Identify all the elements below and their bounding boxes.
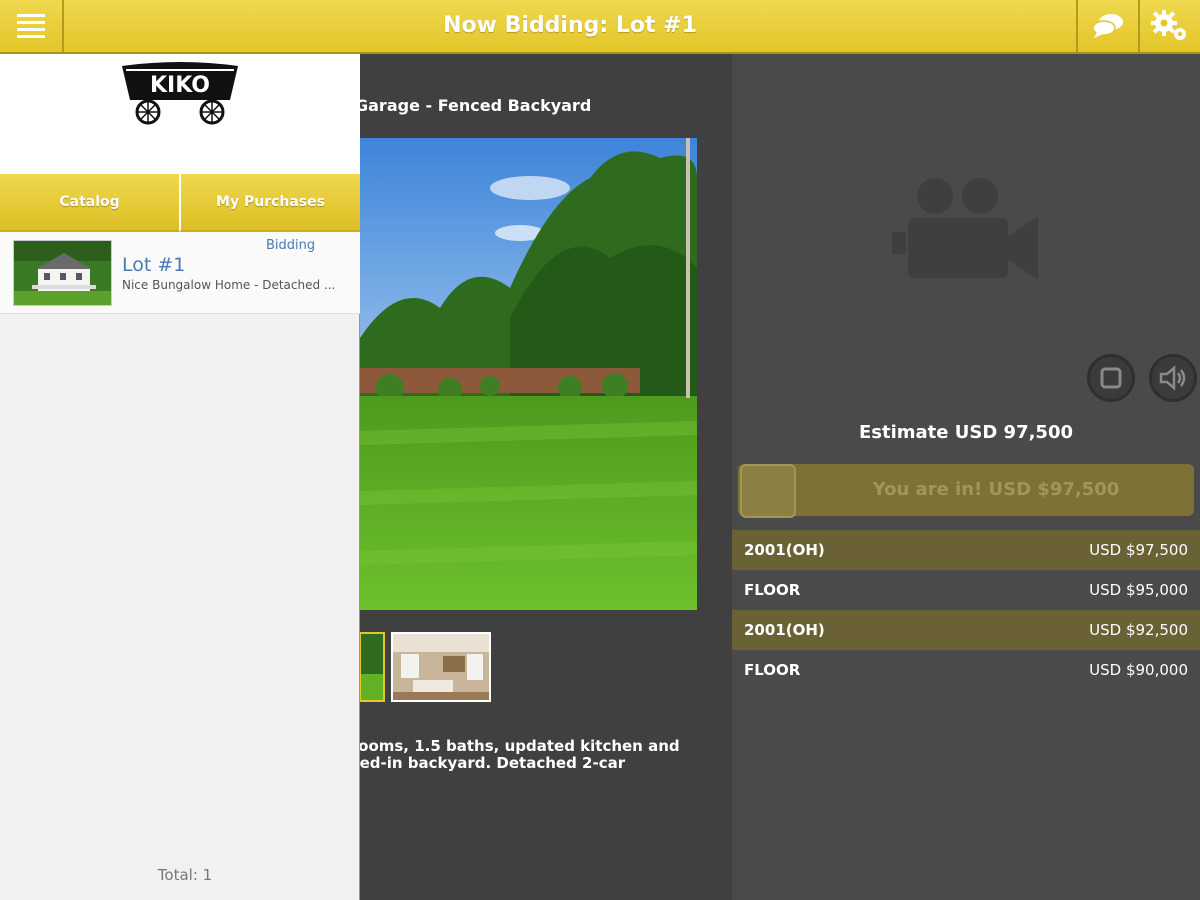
top-bar: Now Bidding: Lot #1 bbox=[0, 0, 1200, 54]
bidding-panel: Estimate USD 97,500 You are in! USD $97,… bbox=[732, 54, 1200, 900]
hamburger-menu-icon bbox=[17, 14, 45, 38]
thumbnail-image bbox=[393, 634, 489, 700]
bidder-label: FLOOR bbox=[744, 581, 801, 599]
lot-description-line: nced-in backyard. Detached 2-car bbox=[340, 754, 626, 772]
lot-description: drooms, 1.5 baths, updated kitchen and n… bbox=[340, 738, 720, 772]
lot-title: Garage - Fenced Backyard bbox=[355, 96, 592, 115]
lot-thumbnail bbox=[13, 240, 112, 306]
speaker-icon bbox=[1159, 365, 1186, 391]
bidder-label: 2001(OH) bbox=[744, 621, 825, 639]
app-window: Now Bidding: Lot #1 Garage - Fenced Back… bbox=[0, 0, 1200, 900]
video-camera-icon bbox=[892, 178, 1038, 280]
list-item[interactable]: Bidding Lot #1 Nice Bungalow Home - Deta… bbox=[0, 232, 360, 314]
sound-button[interactable] bbox=[1149, 354, 1197, 402]
bid-slider-handle[interactable] bbox=[740, 464, 796, 518]
kiko-logo: KIKO bbox=[122, 62, 238, 125]
bid-slider-label: You are in! USD $97,500 bbox=[872, 479, 1120, 500]
stop-icon bbox=[1100, 367, 1122, 389]
thumbnail-image bbox=[361, 634, 383, 700]
bid-amount: USD $92,500 bbox=[1089, 621, 1188, 639]
bid-amount: USD $97,500 bbox=[1089, 541, 1188, 559]
chat-button[interactable] bbox=[1076, 0, 1138, 52]
tab-catalog[interactable]: Catalog bbox=[0, 172, 179, 232]
bid-history: 2001(OH) USD $97,500 FLOOR USD $95,000 2… bbox=[732, 530, 1200, 690]
tab-my-purchases[interactable]: My Purchases bbox=[179, 172, 360, 232]
bidder-label: FLOOR bbox=[744, 661, 801, 679]
bid-history-row: 2001(OH) USD $97,500 bbox=[732, 530, 1200, 570]
backyard-photo bbox=[360, 138, 697, 610]
menu-button[interactable] bbox=[0, 0, 64, 52]
bid-amount: USD $95,000 bbox=[1089, 581, 1188, 599]
catalog-drawer: KIKO Catalog My Purchases Bidding Lot #1… bbox=[0, 54, 360, 900]
drawer-tabs: Catalog My Purchases bbox=[0, 172, 360, 232]
bid-history-row: FLOOR USD $90,000 bbox=[732, 650, 1200, 690]
house-photo bbox=[14, 241, 111, 305]
lot-status: Bidding bbox=[266, 238, 316, 253]
gears-icon bbox=[1151, 10, 1186, 40]
svg-text:KIKO: KIKO bbox=[150, 73, 210, 98]
lot-name: Lot #1 bbox=[122, 254, 186, 276]
logo-area: KIKO bbox=[0, 54, 360, 172]
estimate-label: Estimate USD 97,500 bbox=[858, 422, 1073, 443]
bid-amount: USD $90,000 bbox=[1089, 661, 1188, 679]
photo-thumbnail[interactable] bbox=[359, 632, 385, 702]
stop-video-button[interactable] bbox=[1087, 354, 1135, 402]
lot-main-photo[interactable] bbox=[360, 138, 697, 610]
photo-thumbnail[interactable] bbox=[391, 632, 491, 702]
bid-slider[interactable]: You are in! USD $97,500 bbox=[738, 464, 1194, 518]
lot-description-line: drooms, 1.5 baths, updated kitchen and bbox=[340, 737, 680, 755]
bid-history-row: 2001(OH) USD $92,500 bbox=[732, 610, 1200, 650]
lot-subtitle: Nice Bungalow Home - Detached ... bbox=[122, 278, 336, 292]
bid-history-row: FLOOR USD $95,000 bbox=[732, 570, 1200, 610]
chat-bubbles-icon bbox=[1092, 14, 1123, 38]
lot-total: Total: 1 bbox=[157, 866, 213, 884]
bidder-label: 2001(OH) bbox=[744, 541, 825, 559]
page-title: Now Bidding: Lot #1 bbox=[443, 13, 697, 38]
settings-button[interactable] bbox=[1138, 0, 1200, 52]
